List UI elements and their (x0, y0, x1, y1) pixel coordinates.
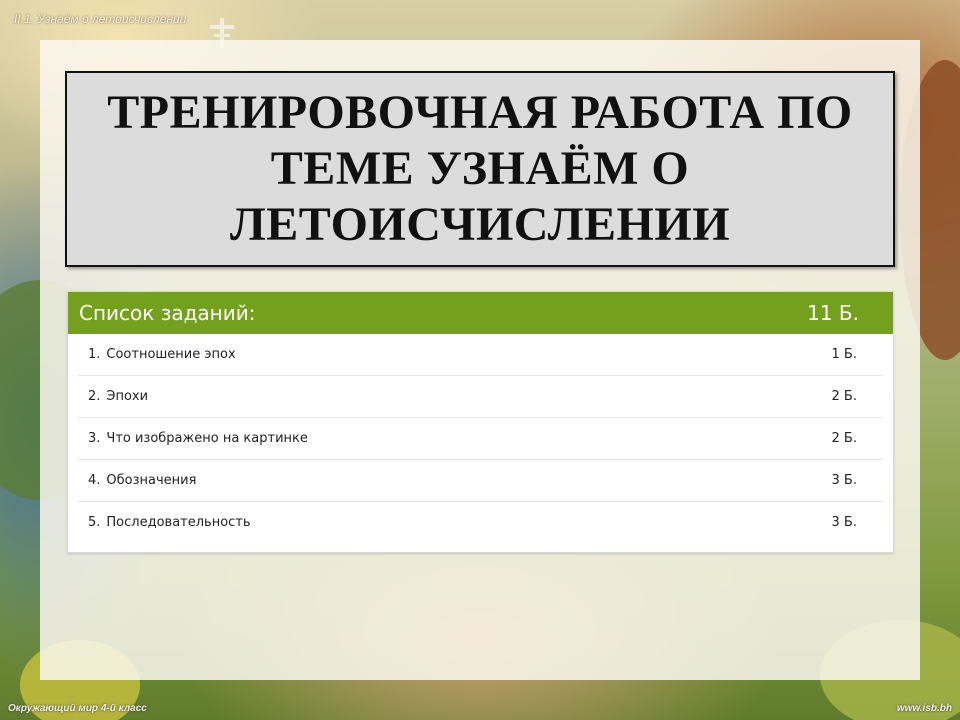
task-number: 4. (88, 473, 101, 488)
task-name: Последовательность (106, 515, 251, 530)
total-points: 11 Б. (807, 301, 859, 325)
task-number: 3. (88, 431, 101, 446)
page-title: ТРЕНИРОВОЧНАЯ РАБОТА ПО ТЕМЕ УЗНАЁМ О ЛЕ… (107, 86, 853, 251)
task-number: 1. (88, 347, 101, 362)
task-points: 1 Б. (831, 347, 857, 362)
task-name: Обозначения (106, 473, 197, 488)
task-points: 3 Б. (831, 473, 857, 488)
task-name: Соотношение эпох (106, 347, 236, 362)
task-row[interactable]: 2. Эпохи 2 Б. (78, 376, 883, 418)
task-name: Что изображено на картинке (106, 431, 308, 446)
task-list-heading: Список заданий: (79, 301, 256, 325)
task-number: 2. (88, 389, 101, 404)
title-box: ТРЕНИРОВОЧНАЯ РАБОТА ПО ТЕМЕ УЗНАЁМ О ЛЕ… (65, 71, 895, 267)
footer-url-label: www.isb.bh (896, 703, 952, 714)
task-name: Эпохи (106, 389, 149, 404)
footer-course-label: Окружающий мир 4-й класс (8, 703, 147, 714)
task-row[interactable]: 1. Соотношение эпох 1 Б. (78, 334, 883, 376)
task-points: 3 Б. (831, 515, 857, 530)
task-list-card: Список заданий: 11 Б. 1. Соотношение эпох… (67, 291, 894, 553)
task-row[interactable]: 5. Последовательность 3 Б. (78, 502, 883, 543)
task-row[interactable]: 4. Обозначения 3 Б. (78, 460, 883, 502)
slide-section-label: II.1. Узнаём о летоисчислении (14, 12, 187, 26)
task-number: 5. (88, 515, 101, 530)
task-row[interactable]: 3. Что изображено на картинке 2 Б. (78, 418, 883, 460)
task-list: 1. Соотношение эпох 1 Б. 2. Эпохи 2 Б. 3. Ч… (68, 334, 893, 543)
task-list-header: Список заданий: 11 Б. (68, 292, 893, 334)
task-points: 2 Б. (831, 389, 857, 404)
task-points: 2 Б. (831, 431, 857, 446)
